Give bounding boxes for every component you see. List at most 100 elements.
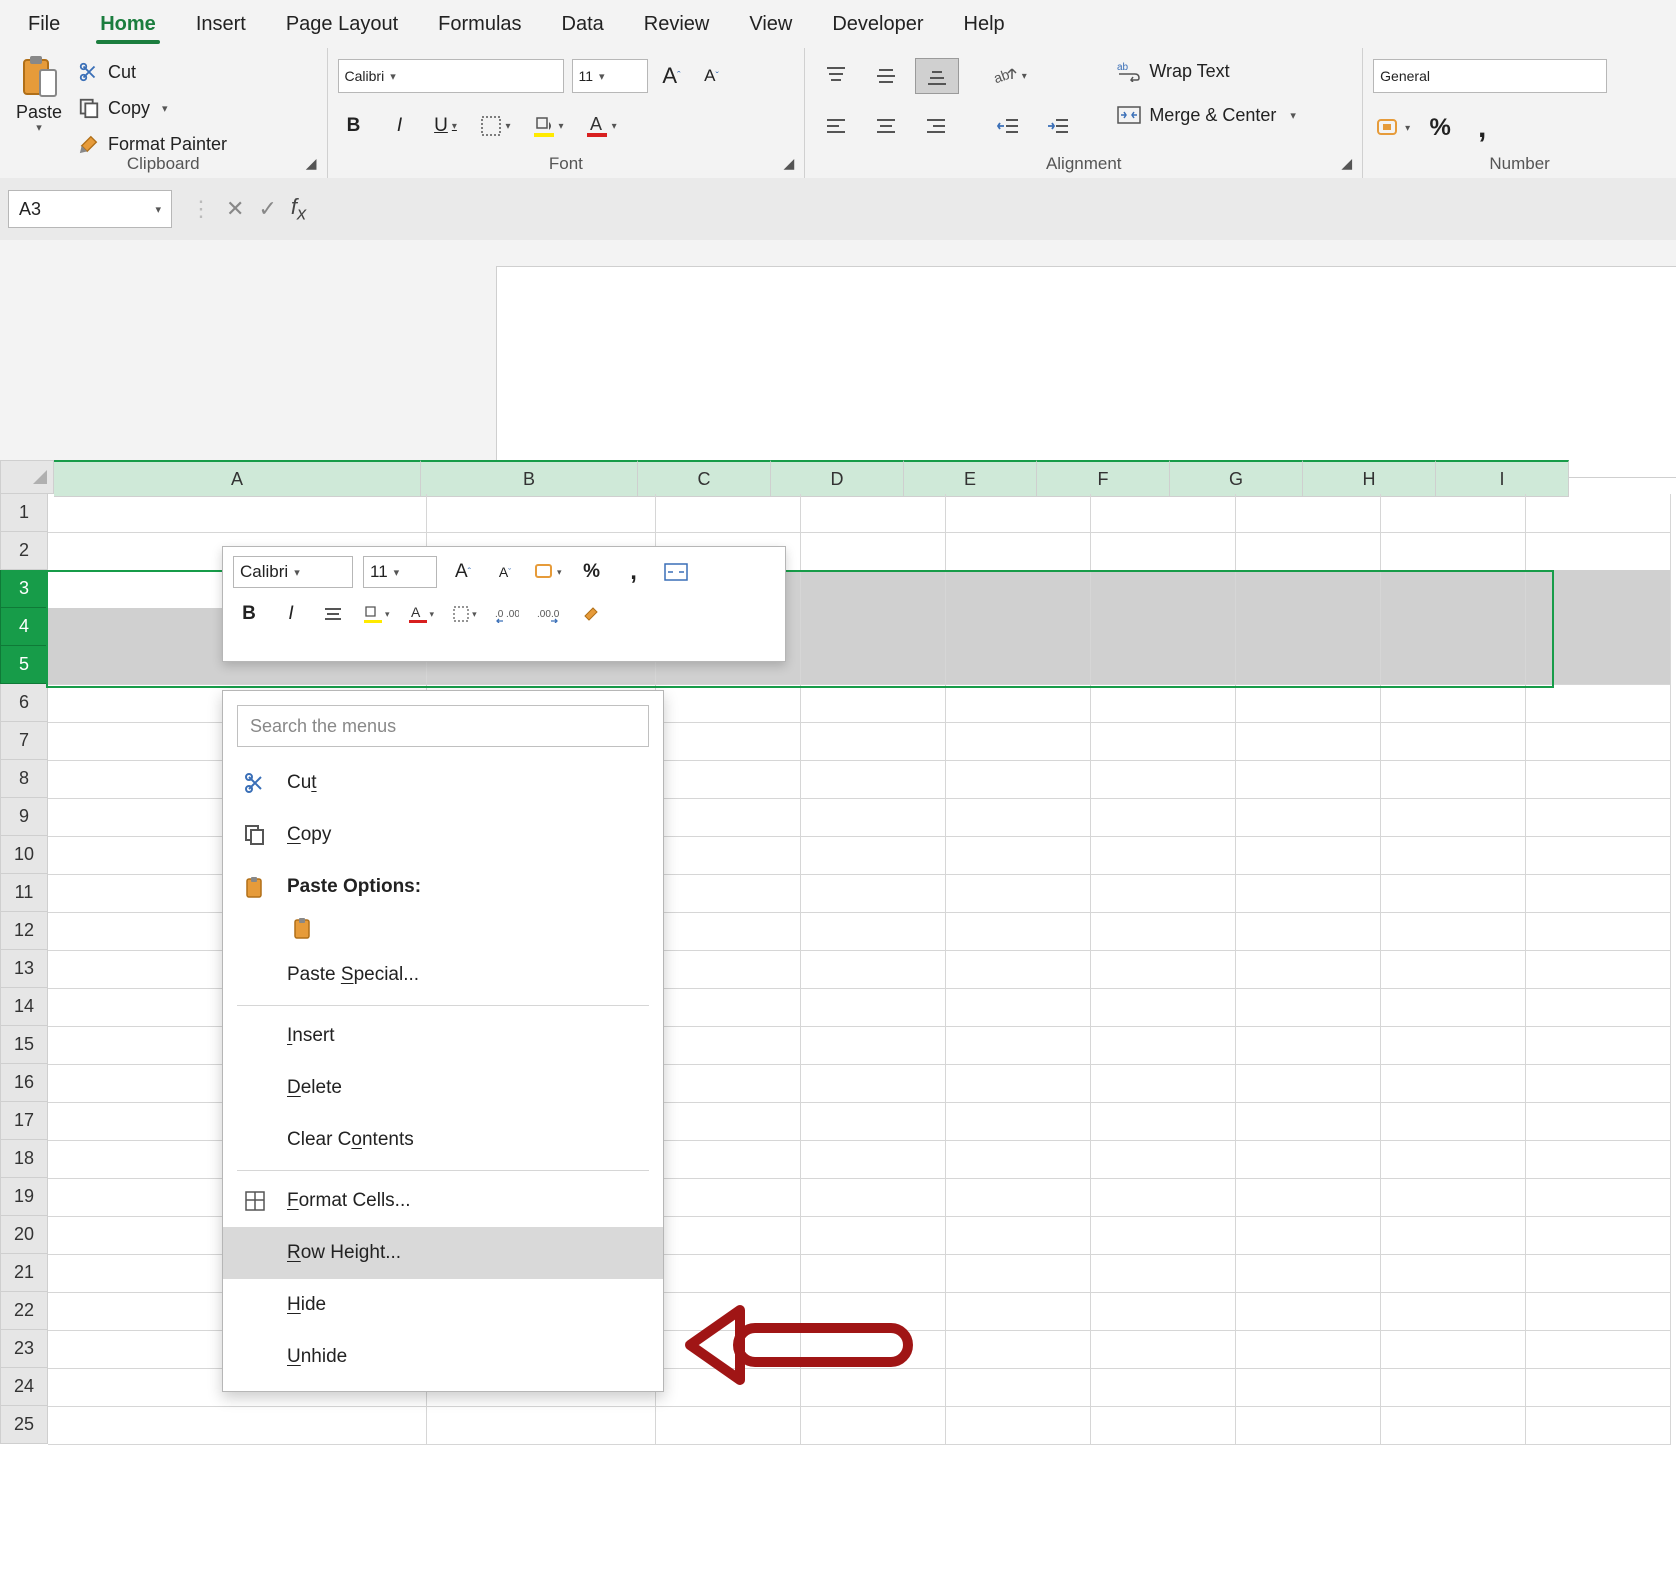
mini-accounting[interactable]: ▾ bbox=[531, 557, 566, 587]
mini-font-color[interactable]: A▾ bbox=[404, 599, 439, 629]
mini-merge[interactable] bbox=[660, 557, 692, 587]
column-header-G[interactable]: G bbox=[1170, 460, 1303, 497]
row-header-6[interactable]: 6 bbox=[0, 684, 48, 722]
align-right-button[interactable] bbox=[915, 109, 957, 143]
align-left-button[interactable] bbox=[815, 109, 857, 143]
tab-insert[interactable]: Insert bbox=[176, 0, 266, 48]
tab-page-layout[interactable]: Page Layout bbox=[266, 0, 418, 48]
cell-D17[interactable] bbox=[801, 1102, 946, 1141]
underline-button[interactable]: U▾ bbox=[430, 111, 462, 141]
cell-E13[interactable] bbox=[946, 950, 1091, 989]
cell-G7[interactable] bbox=[1236, 722, 1381, 761]
cell-G13[interactable] bbox=[1236, 950, 1381, 989]
cell-H14[interactable] bbox=[1381, 988, 1526, 1027]
merge-center-button[interactable]: Merge & Center ▾ bbox=[1109, 98, 1304, 132]
cell-E16[interactable] bbox=[946, 1064, 1091, 1103]
cell-F3[interactable] bbox=[1091, 570, 1236, 609]
cell-C10[interactable] bbox=[656, 836, 801, 875]
row-header-7[interactable]: 7 bbox=[0, 722, 48, 760]
cell-G12[interactable] bbox=[1236, 912, 1381, 951]
row-header-8[interactable]: 8 bbox=[0, 760, 48, 798]
row-header-15[interactable]: 15 bbox=[0, 1026, 48, 1064]
cell-H11[interactable] bbox=[1381, 874, 1526, 913]
paste-label[interactable]: Paste bbox=[16, 102, 62, 123]
cell-C6[interactable] bbox=[656, 684, 801, 723]
cell-C14[interactable] bbox=[656, 988, 801, 1027]
cell-F8[interactable] bbox=[1091, 760, 1236, 799]
cell-C1[interactable] bbox=[656, 494, 801, 533]
cell-G22[interactable] bbox=[1236, 1292, 1381, 1331]
context-search[interactable]: Search the menus bbox=[237, 705, 649, 747]
row-header-25[interactable]: 25 bbox=[0, 1406, 48, 1444]
cell-I2[interactable] bbox=[1526, 532, 1671, 571]
cell-I15[interactable] bbox=[1526, 1026, 1671, 1065]
cell-C17[interactable] bbox=[656, 1102, 801, 1141]
cell-I7[interactable] bbox=[1526, 722, 1671, 761]
row-header-20[interactable]: 20 bbox=[0, 1216, 48, 1254]
alignment-launcher[interactable]: ◢ bbox=[1341, 155, 1352, 172]
cell-F25[interactable] bbox=[1091, 1406, 1236, 1445]
cell-F15[interactable] bbox=[1091, 1026, 1236, 1065]
row-header-22[interactable]: 22 bbox=[0, 1292, 48, 1330]
cell-I3[interactable] bbox=[1526, 570, 1671, 609]
percent-button[interactable]: % bbox=[1424, 113, 1456, 143]
cell-E5[interactable] bbox=[946, 646, 1091, 685]
column-header-C[interactable]: C bbox=[638, 460, 771, 497]
ctx-copy[interactable]: Copy bbox=[223, 809, 663, 861]
cell-H7[interactable] bbox=[1381, 722, 1526, 761]
column-header-B[interactable]: B bbox=[421, 460, 638, 497]
cell-G21[interactable] bbox=[1236, 1254, 1381, 1293]
cell-C19[interactable] bbox=[656, 1178, 801, 1217]
row-header-14[interactable]: 14 bbox=[0, 988, 48, 1026]
cell-H19[interactable] bbox=[1381, 1178, 1526, 1217]
mini-decrease-decimal[interactable]: .00.0 bbox=[533, 599, 565, 629]
row-header-16[interactable]: 16 bbox=[0, 1064, 48, 1102]
cell-D19[interactable] bbox=[801, 1178, 946, 1217]
cell-F6[interactable] bbox=[1091, 684, 1236, 723]
mini-fill-color[interactable]: ▾ bbox=[359, 599, 394, 629]
cell-D8[interactable] bbox=[801, 760, 946, 799]
cell-G14[interactable] bbox=[1236, 988, 1381, 1027]
column-header-H[interactable]: H bbox=[1303, 460, 1436, 497]
cell-G25[interactable] bbox=[1236, 1406, 1381, 1445]
cell-D13[interactable] bbox=[801, 950, 946, 989]
bold-button[interactable]: B bbox=[338, 111, 370, 141]
cell-D11[interactable] bbox=[801, 874, 946, 913]
cell-H21[interactable] bbox=[1381, 1254, 1526, 1293]
row-header-18[interactable]: 18 bbox=[0, 1140, 48, 1178]
cell-G1[interactable] bbox=[1236, 494, 1381, 533]
column-header-I[interactable]: I bbox=[1436, 460, 1569, 497]
cell-G4[interactable] bbox=[1236, 608, 1381, 647]
cell-G19[interactable] bbox=[1236, 1178, 1381, 1217]
cell-I21[interactable] bbox=[1526, 1254, 1671, 1293]
cell-C18[interactable] bbox=[656, 1140, 801, 1179]
cell-C16[interactable] bbox=[656, 1064, 801, 1103]
cell-F9[interactable] bbox=[1091, 798, 1236, 837]
ctx-paste_options[interactable]: Paste Options: bbox=[223, 861, 663, 913]
cell-G11[interactable] bbox=[1236, 874, 1381, 913]
font-size-select[interactable]: 11▾ bbox=[572, 59, 648, 93]
cell-E19[interactable] bbox=[946, 1178, 1091, 1217]
mini-borders[interactable]: ▾ bbox=[448, 599, 481, 629]
comma-style-button[interactable]: , bbox=[1466, 113, 1498, 143]
enter-formula-button[interactable]: ✓ bbox=[258, 196, 276, 222]
cell-D10[interactable] bbox=[801, 836, 946, 875]
cell-F17[interactable] bbox=[1091, 1102, 1236, 1141]
cell-H3[interactable] bbox=[1381, 570, 1526, 609]
cell-H18[interactable] bbox=[1381, 1140, 1526, 1179]
cell-D14[interactable] bbox=[801, 988, 946, 1027]
wrap-text-button[interactable]: ab Wrap Text bbox=[1109, 54, 1304, 88]
cell-F14[interactable] bbox=[1091, 988, 1236, 1027]
mini-decrease-font[interactable]: Aˇ bbox=[489, 557, 521, 587]
row-header-2[interactable]: 2 bbox=[0, 532, 48, 570]
cell-D5[interactable] bbox=[801, 646, 946, 685]
cell-A1[interactable] bbox=[48, 494, 427, 533]
row-header-9[interactable]: 9 bbox=[0, 798, 48, 836]
cell-E23[interactable] bbox=[946, 1330, 1091, 1369]
cell-H9[interactable] bbox=[1381, 798, 1526, 837]
cell-I12[interactable] bbox=[1526, 912, 1671, 951]
cell-D18[interactable] bbox=[801, 1140, 946, 1179]
cell-F4[interactable] bbox=[1091, 608, 1236, 647]
cell-H25[interactable] bbox=[1381, 1406, 1526, 1445]
ctx-unhide[interactable]: Unhide bbox=[223, 1331, 663, 1383]
